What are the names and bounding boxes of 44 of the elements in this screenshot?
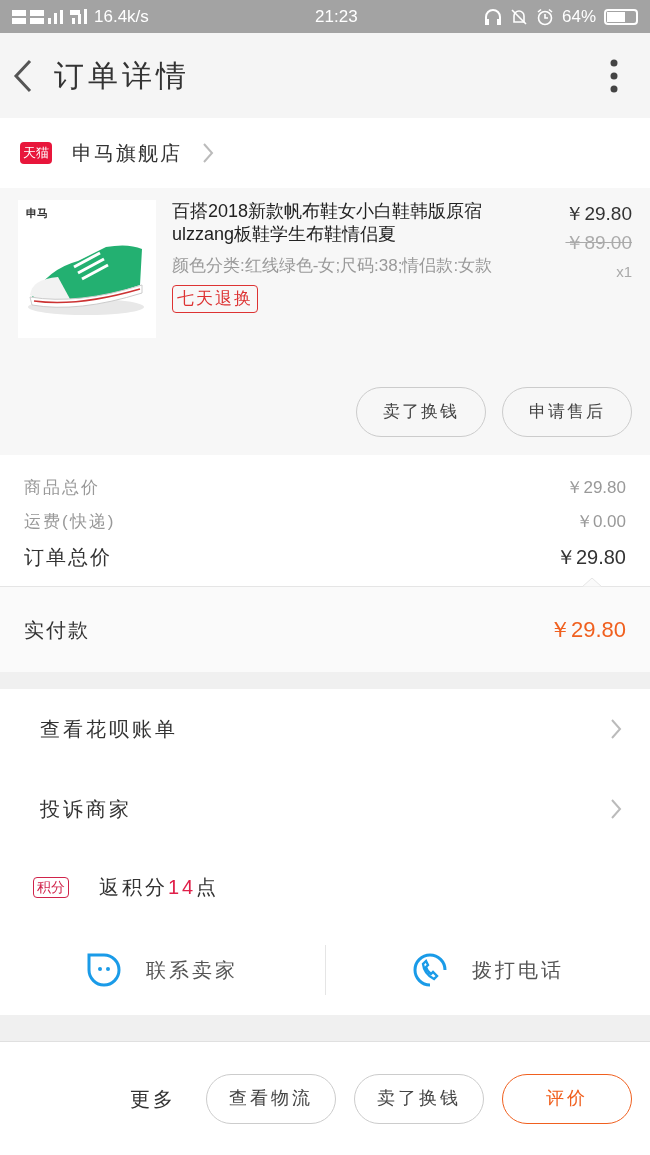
contact-button[interactable]: 联系卖家 [0,945,325,995]
more-button[interactable]: 更多 [130,1083,176,1114]
original-price: ￥89.00 [565,230,632,255]
item-action-button[interactable]: 申请售后 [502,387,632,437]
summary-label: 订单总价 [24,545,112,570]
summary-label: 运费(快递) [24,510,116,533]
page-title: 订单详情 [54,58,191,94]
chevron-right-icon [610,718,622,740]
battery-icon [604,8,638,25]
headphones-icon [483,7,502,26]
signal-icon [12,7,90,26]
product-title: 百搭2018新款帆布鞋女小白鞋韩版原宿ulzzang板鞋学生布鞋情侣夏 [172,200,484,246]
muted-bell-icon [509,7,528,26]
summary-value: ￥0.00 [575,510,626,533]
store-name: 申马旗舰店 [72,141,182,166]
menu-item[interactable]: 查看花呗账单 [0,689,650,769]
chat-face-icon [86,952,123,988]
points-badge: 积分 [33,876,69,898]
chevron-right-icon [202,142,214,164]
product-price: ￥29.80 [565,202,632,226]
menu-item[interactable]: 投诉商家 [0,769,650,849]
summary-label: 商品总价 [24,477,100,499]
order-action-button[interactable]: 卖了换钱 [354,1073,484,1124]
battery-percent: 64% [561,5,596,28]
chevron-right-icon [610,798,622,820]
product-specs: 颜色分类:红线绿色-女;尺码:38;情侣款:女款 [172,255,494,277]
payment-amount: ￥29.80 [548,616,626,644]
contact-button[interactable]: 拨打电话 [324,945,650,995]
clock: 21:23 [314,5,359,28]
more-options-icon[interactable] [610,58,618,93]
summary-value: ￥29.80 [566,477,626,499]
tmall-badge: 天猫 [20,142,52,164]
points-reward-text: 返积分14点 [99,875,220,900]
store-link[interactable]: 天猫 申马旗舰店 [0,118,650,188]
network-speed: 16.4k/s [94,5,149,28]
quantity: x1 [616,262,632,282]
item-action-button[interactable]: 卖了换钱 [356,387,486,437]
order-action-button[interactable]: 查看物流 [206,1073,336,1124]
summary-value: ￥29.80 [555,545,626,570]
brand-text: 申马 [25,206,48,219]
return-policy-tag: 七天退换 [172,285,258,313]
phone-icon [411,952,448,988]
alarm-icon [535,7,554,26]
payment-label: 实付款 [24,617,90,643]
